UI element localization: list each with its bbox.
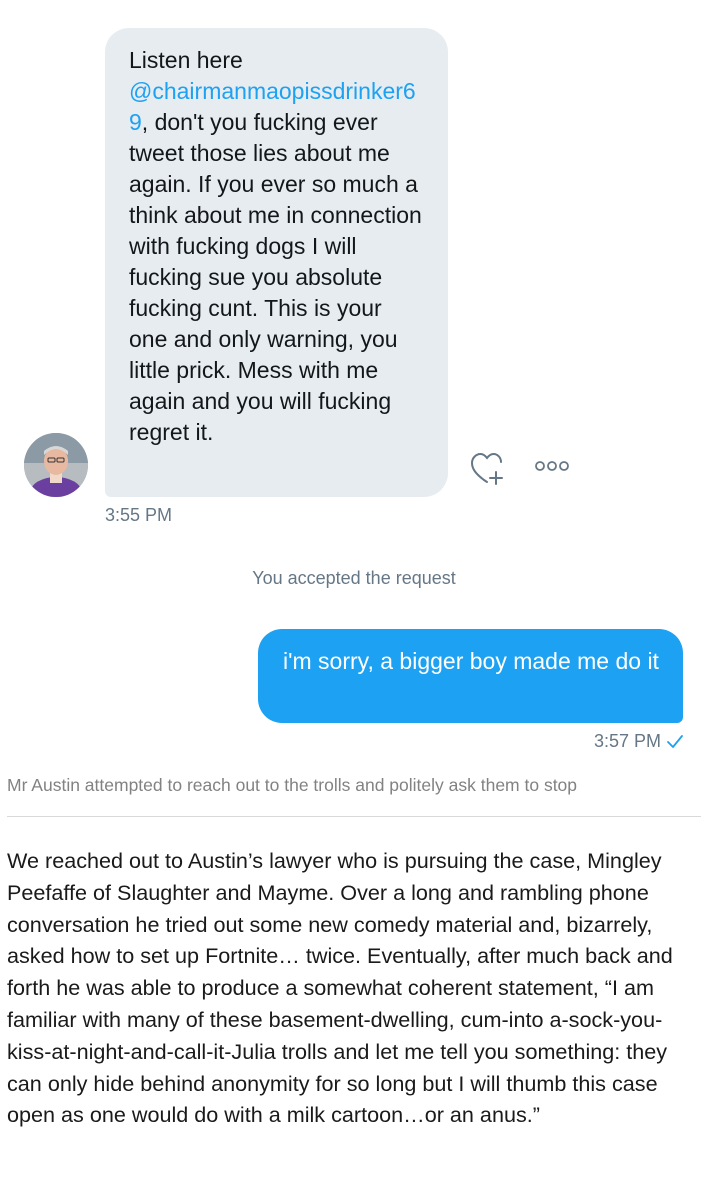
system-message: You accepted the request <box>252 568 456 588</box>
divider <box>7 816 701 817</box>
incoming-message-line1: Listen here <box>129 47 243 73</box>
incoming-message-body: , don't you fucking ever tweet those lie… <box>129 109 422 445</box>
outgoing-message-text: i'm sorry, a bigger boy made me do it <box>283 648 659 674</box>
article-paragraph: We reached out to Austin’s lawyer who is… <box>7 848 673 1128</box>
avatar-image <box>24 433 88 497</box>
check-icon <box>667 734 683 748</box>
heart-plus-icon[interactable] <box>470 450 510 486</box>
incoming-message-text: Listen here @chairmanmaopissdrinker69, d… <box>129 45 426 448</box>
outgoing-timestamp: 3:57 PM <box>593 731 661 751</box>
outgoing-message-bubble[interactable]: i'm sorry, a bigger boy made me do it <box>258 629 683 723</box>
incoming-timestamp: 3:55 PM <box>105 505 173 525</box>
more-dots-icon[interactable] <box>533 458 573 474</box>
image-caption: Mr Austin attempted to reach out to the … <box>7 775 578 795</box>
avatar[interactable] <box>24 433 88 497</box>
outgoing-meta: 3:57 PM <box>594 731 684 752</box>
incoming-message-bubble[interactable]: Listen here @chairmanmaopissdrinker69, d… <box>105 28 448 497</box>
